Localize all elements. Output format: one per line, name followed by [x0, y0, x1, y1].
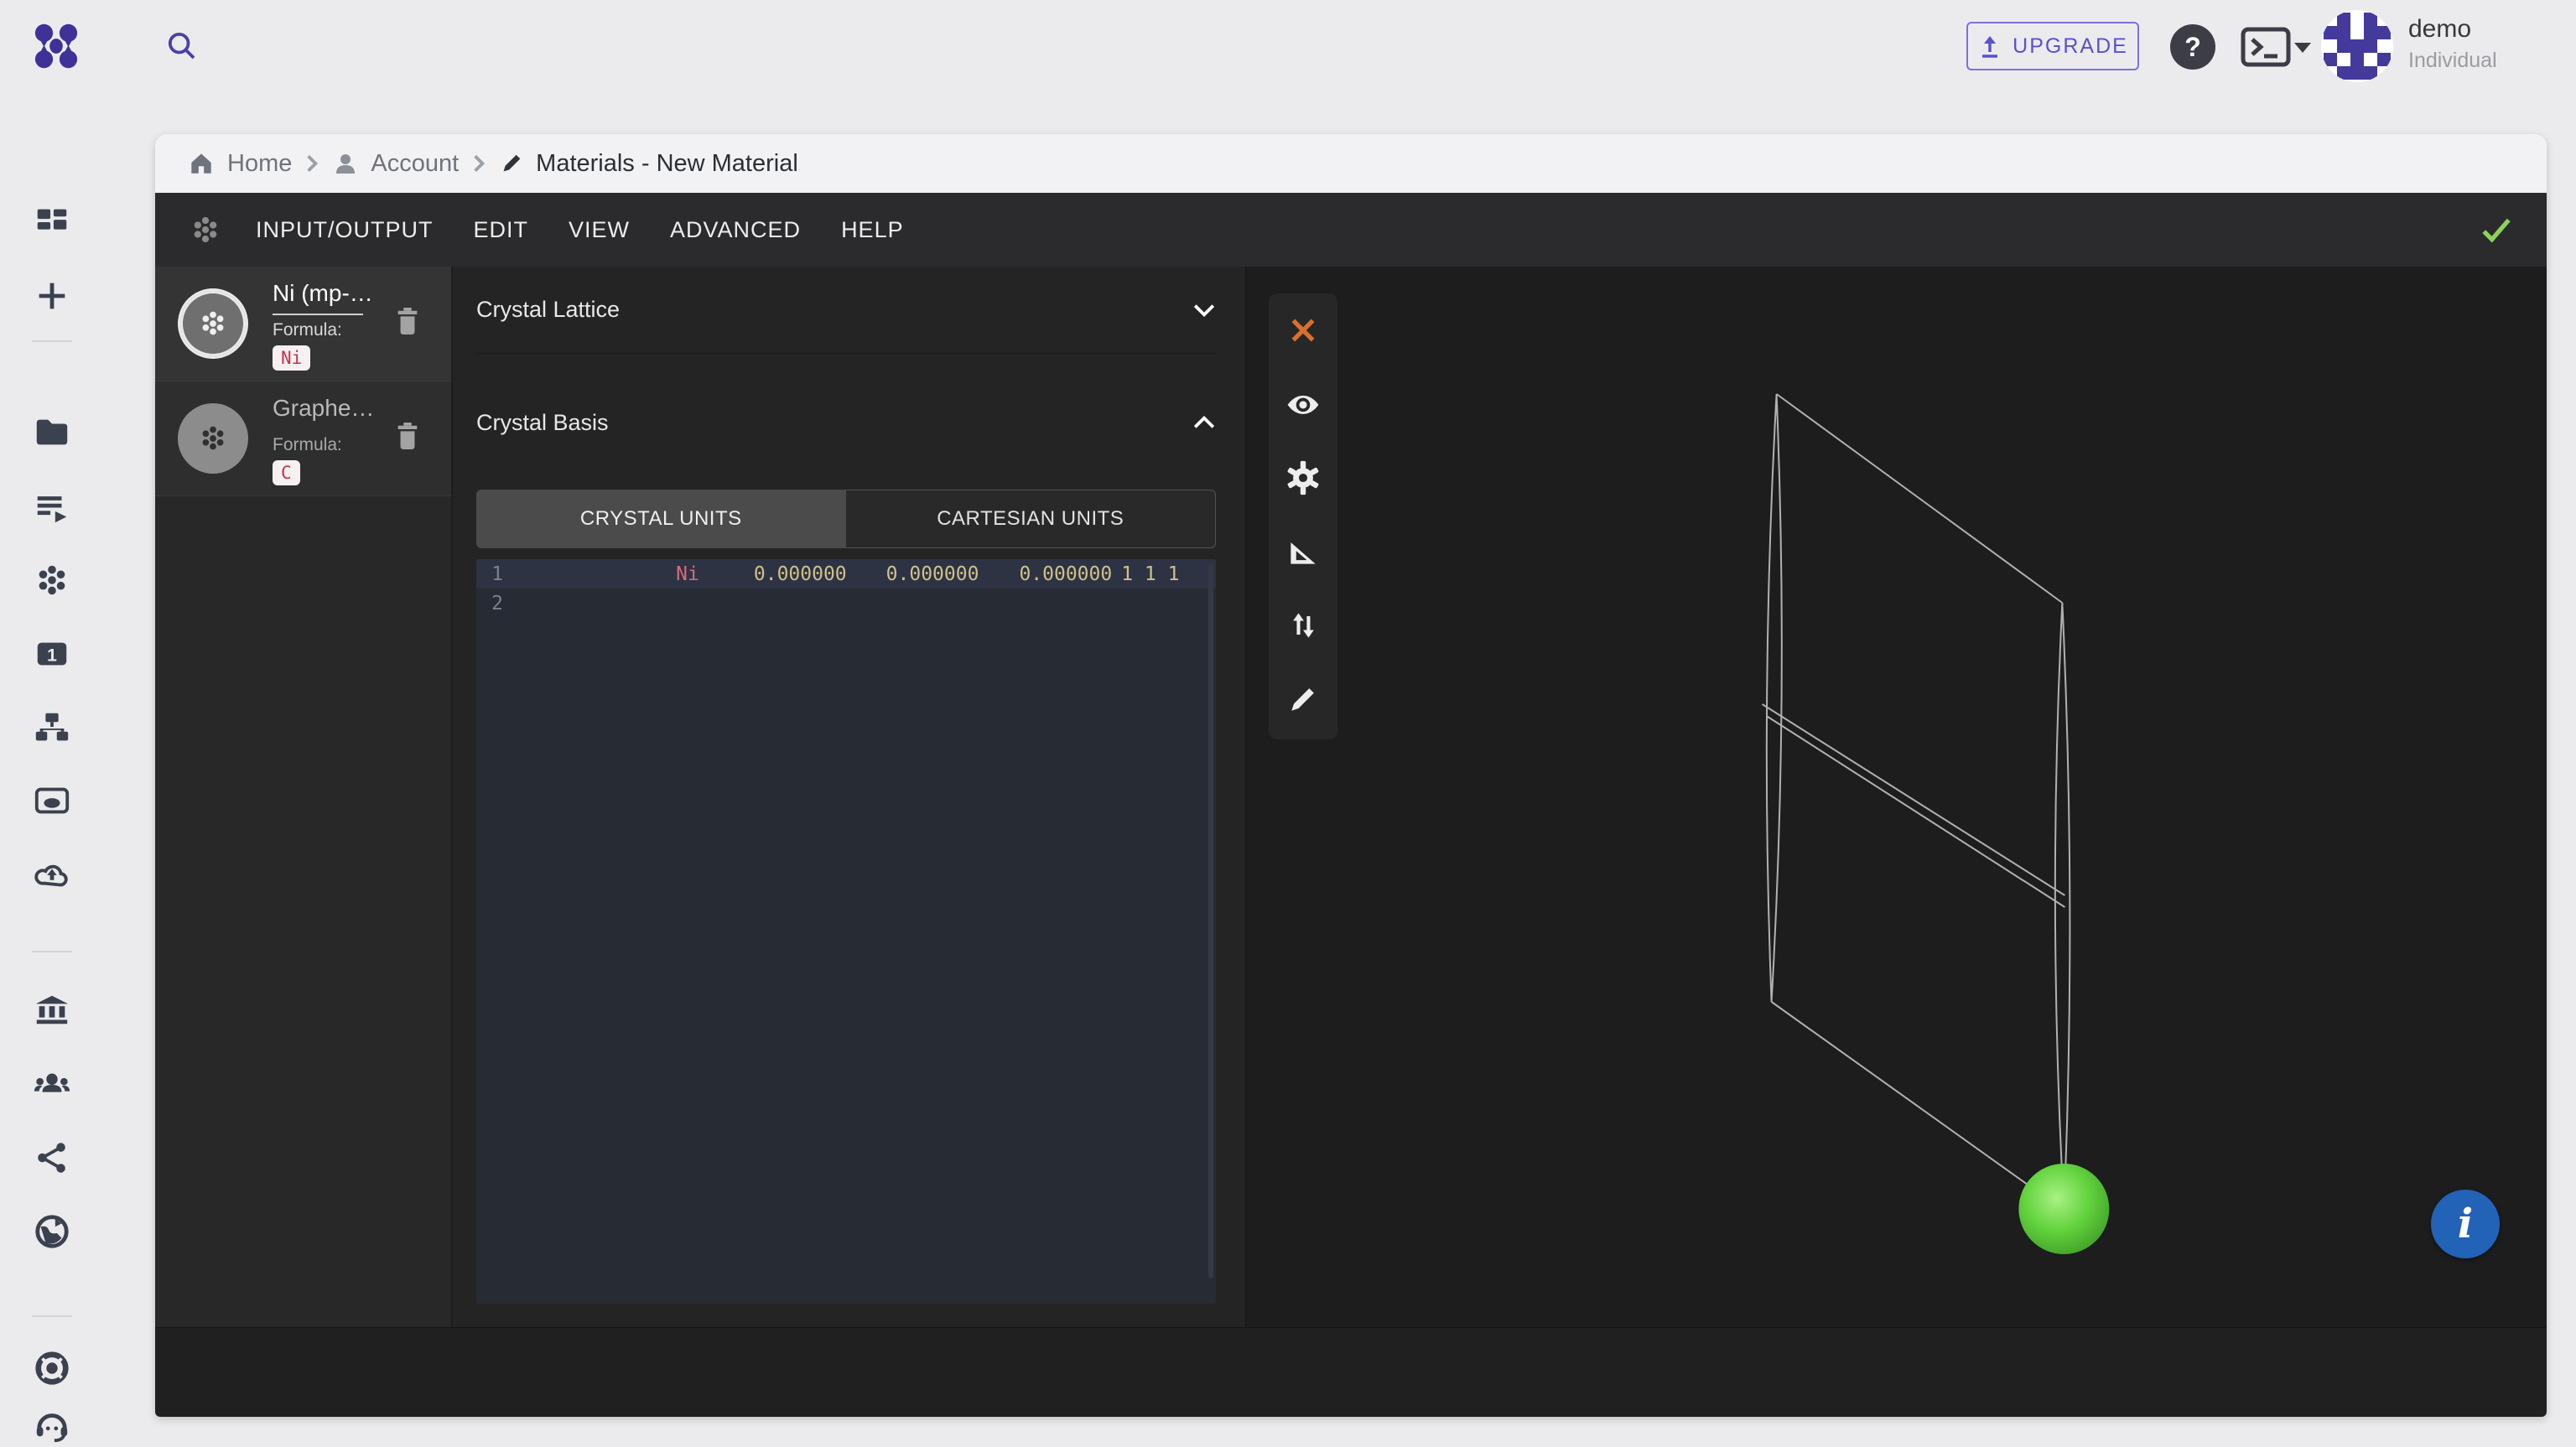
- material-thumb: [178, 403, 248, 474]
- sidebar-divider: [32, 1315, 72, 1317]
- delete-material-icon[interactable]: [394, 305, 421, 341]
- home-icon: [187, 149, 216, 178]
- section-crystal-lattice[interactable]: Crystal Lattice: [476, 267, 1216, 354]
- menu-edit[interactable]: EDIT: [474, 217, 529, 243]
- material-item-ni[interactable]: Ni (mp-… Formula: Ni: [155, 267, 451, 381]
- upgrade-button[interactable]: UPGRADE: [1966, 22, 2139, 70]
- edit-pencil-icon[interactable]: [1281, 677, 1325, 721]
- pencil-icon: [499, 151, 524, 176]
- headset-icon[interactable]: [30, 1403, 74, 1447]
- tab-crystal-units[interactable]: CRYSTAL UNITS: [476, 490, 846, 548]
- jobs-icon[interactable]: [30, 486, 74, 530]
- token-occupancy: 1 1 1: [1121, 563, 1179, 585]
- person-icon: [332, 150, 359, 177]
- line-number: 2: [476, 593, 515, 615]
- team-icon[interactable]: [30, 1062, 74, 1106]
- support-ring-icon[interactable]: [30, 1346, 74, 1390]
- user-plan: Individual: [2408, 49, 2497, 73]
- breadcrumb: Home Account Materials - New Material: [155, 134, 2547, 193]
- menu-input-output[interactable]: INPUT/OUTPUT: [256, 217, 434, 243]
- dashboard-icon[interactable]: [30, 200, 74, 244]
- formula-badge: C: [273, 460, 300, 485]
- entity-card-icon[interactable]: 1: [30, 632, 74, 676]
- material-title: Graphe…: [273, 395, 374, 422]
- token-y: 0.000000: [886, 563, 979, 585]
- breadcrumb-current: Materials - New Material: [499, 150, 798, 178]
- chevron-down-icon[interactable]: [1192, 303, 1216, 318]
- info-button[interactable]: i: [2431, 1190, 2500, 1258]
- crystal-scene[interactable]: [1246, 267, 2547, 1327]
- visibility-icon[interactable]: [1281, 382, 1325, 426]
- top-bar: UPGRADE ? demo Individual: [0, 0, 2576, 94]
- svg-text:1: 1: [47, 646, 57, 666]
- token-x: 0.000000: [754, 563, 847, 585]
- unit-cell-wireframe: [1763, 394, 2070, 1211]
- crystal-viewer: i: [1245, 267, 2547, 1327]
- user-name: demo: [2408, 15, 2497, 44]
- close-icon[interactable]: [1281, 309, 1325, 352]
- code-line-1: 1 Ni 0.000000 0.000000 0.000000 1 1 1: [476, 559, 1216, 589]
- chevron-right-icon: [472, 153, 486, 174]
- materials-list: Ni (mp-… Formula: Ni: [155, 267, 453, 1327]
- token-element: Ni: [676, 563, 699, 585]
- workflows-icon[interactable]: [30, 706, 74, 749]
- units-tabs: CRYSTAL UNITS CARTESIAN UNITS: [476, 490, 1216, 548]
- upgrade-label: UPGRADE: [2012, 34, 2128, 59]
- cloud-upload-icon[interactable]: [30, 853, 74, 897]
- user-menu[interactable]: demo Individual: [2408, 15, 2497, 73]
- menu-help[interactable]: HELP: [841, 217, 904, 243]
- search-icon[interactable]: [161, 25, 205, 69]
- menu-view[interactable]: VIEW: [569, 217, 630, 243]
- settings-gear-icon[interactable]: [1281, 456, 1325, 500]
- sidebar-divider: [32, 340, 72, 342]
- save-check-icon[interactable]: [2480, 215, 2513, 245]
- media-frame-icon[interactable]: [30, 779, 74, 822]
- avatar[interactable]: [2321, 10, 2393, 82]
- formula-label: Formula:: [273, 435, 374, 455]
- formula-label: Formula:: [273, 320, 373, 340]
- sidebar-divider: [32, 951, 72, 952]
- sidebar: 1: [0, 94, 102, 1425]
- globe-icon[interactable]: [30, 1210, 74, 1253]
- material-item-graphene[interactable]: Graphe… Formula: C: [155, 381, 451, 496]
- content-card: Home Account Materials - New Material: [155, 134, 2547, 1417]
- share-icon[interactable]: [30, 1136, 74, 1180]
- basis-code-editor[interactable]: 1 Ni 0.000000 0.000000 0.000000 1 1 1 2: [476, 559, 1216, 1304]
- material-thumb: [178, 288, 248, 359]
- help-icon[interactable]: ?: [2170, 24, 2215, 70]
- line-number: 1: [476, 563, 515, 585]
- measure-ruler-icon[interactable]: [1281, 530, 1325, 573]
- divider: [273, 428, 363, 430]
- page-title: Materials - New Material: [536, 150, 798, 178]
- sort-arrows-icon[interactable]: [1281, 604, 1325, 647]
- token-z: 0.000000: [1019, 563, 1112, 585]
- section-crystal-basis[interactable]: Crystal Basis: [476, 354, 1216, 471]
- create-new-icon[interactable]: [30, 274, 74, 318]
- breadcrumb-account[interactable]: Account: [332, 150, 459, 178]
- divider: [273, 314, 363, 315]
- delete-material-icon[interactable]: [394, 420, 421, 456]
- viewer-toolbar: [1269, 293, 1337, 739]
- tab-cartesian-units[interactable]: CARTESIAN UNITS: [846, 490, 1217, 548]
- ni-atom[interactable]: [2018, 1164, 2109, 1254]
- editor-menubar: INPUT/OUTPUT EDIT VIEW ADVANCED HELP: [155, 193, 2547, 267]
- breadcrumb-home[interactable]: Home: [187, 149, 292, 178]
- status-footer: [155, 1327, 2547, 1417]
- console-menu-button[interactable]: [2241, 24, 2313, 70]
- projects-folder-icon[interactable]: [30, 411, 74, 454]
- chevron-up-icon[interactable]: [1192, 415, 1216, 430]
- upload-arrow-icon: [1977, 33, 2002, 60]
- molecule-icon: [187, 211, 224, 248]
- main-area: Ni (mp-… Formula: Ni: [155, 267, 2547, 1327]
- chevron-right-icon: [305, 153, 319, 174]
- bank-icon[interactable]: [30, 988, 74, 1032]
- caret-down-icon: [2294, 43, 2311, 53]
- editor-scrollbar[interactable]: [1208, 564, 1213, 1278]
- formula-badge: Ni: [273, 345, 310, 371]
- material-edit-panel: Crystal Lattice Crystal Basis CRYSTAL UN…: [453, 267, 1245, 1327]
- menu-advanced[interactable]: ADVANCED: [670, 217, 801, 243]
- materials-icon[interactable]: [30, 558, 74, 602]
- app-logo-icon[interactable]: [32, 22, 80, 70]
- material-title: Ni (mp-…: [273, 280, 373, 307]
